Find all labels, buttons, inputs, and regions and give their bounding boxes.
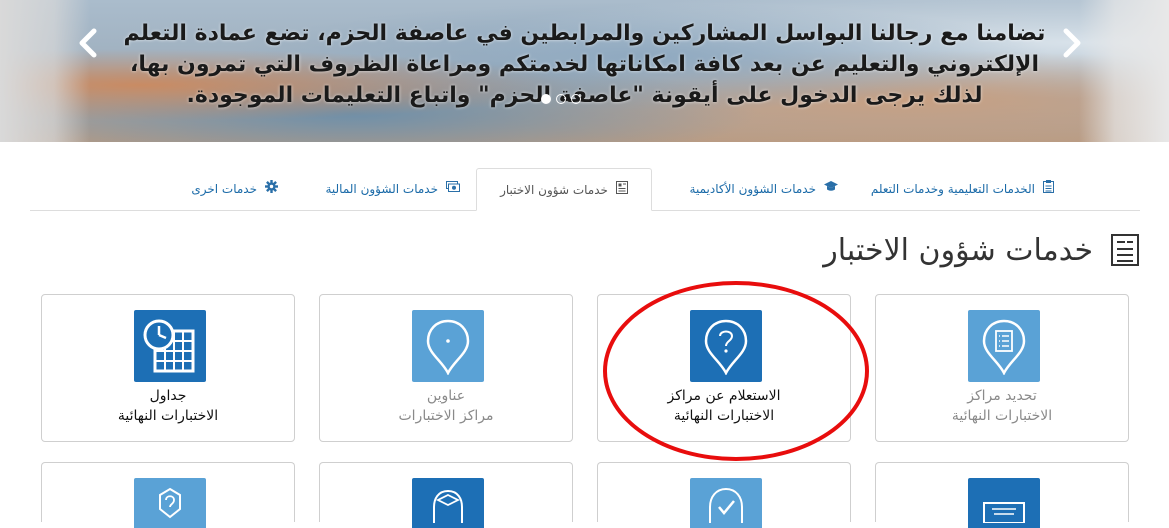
card-row2-1[interactable] xyxy=(41,462,295,528)
question-shield-icon xyxy=(134,478,206,528)
chevron-left-icon xyxy=(79,28,97,58)
announcement-carousel: تضامنا مع رجالنا البواسل المشاركين والمر… xyxy=(0,0,1169,142)
page-title-text: خدمات شؤون الاختبار xyxy=(823,232,1093,268)
tab-academic-affairs[interactable]: خدمات الشؤون الأكاديمية xyxy=(690,168,838,209)
tab-label: خدمات شؤون الاختبار xyxy=(500,182,608,197)
tab-exam-affairs[interactable]: خدمات شؤون الاختبار xyxy=(476,168,652,211)
question-pin-icon xyxy=(690,310,762,382)
card-row2-4[interactable] xyxy=(875,462,1129,528)
carousel-prev-button[interactable] xyxy=(74,25,104,61)
carousel-dot-2[interactable] xyxy=(556,94,566,104)
tab-financial-affairs[interactable]: خدمات الشؤون المالية xyxy=(325,168,460,209)
money-icon xyxy=(446,181,460,196)
tab-label: خدمات الشؤون الأكاديمية xyxy=(689,181,816,196)
announcement-line: الإلكتروني والتعليم عن بعد كافة امكاناته… xyxy=(130,52,1039,77)
card-row2-3[interactable] xyxy=(597,462,851,528)
card-label: تحديد مراكز الاختبارات النهائية xyxy=(876,386,1128,426)
carousel-next-button[interactable] xyxy=(1056,25,1086,61)
list-pin-icon xyxy=(968,310,1040,382)
card-exam-center-addresses[interactable]: عناوين مراكز الاختبارات xyxy=(319,294,573,442)
map-pin-icon xyxy=(412,310,484,382)
announcement-line: تضامنا مع رجالنا البواسل المشاركين والمر… xyxy=(123,21,1046,46)
exam-icon xyxy=(1111,234,1139,266)
tab-label: الخدمات التعليمية وخدمات التعلم xyxy=(870,181,1035,196)
card-label: جداول الاختبارات النهائية xyxy=(42,386,294,426)
card-label-line: مراكز الاختبارات xyxy=(398,408,494,424)
card-inquire-exam-centers[interactable]: الاستعلام عن مراكز الاختبارات النهائية xyxy=(597,294,851,442)
announcement-line: لذلك يرجى الدخول على أيقونة "عاصفة الحزم… xyxy=(186,83,983,108)
graduation-cap-icon xyxy=(824,181,838,196)
card-label-line: الاختبارات النهائية xyxy=(951,408,1053,424)
certificate-icon xyxy=(968,478,1040,528)
exam-icon xyxy=(615,181,628,198)
tab-educational-services[interactable]: الخدمات التعليمية وخدمات التعلم xyxy=(871,168,1054,209)
tab-label: خدمات اخرى xyxy=(191,181,257,196)
tab-label: خدمات الشؤون المالية xyxy=(325,181,438,196)
carousel-dot-3[interactable] xyxy=(571,94,581,104)
card-label-line: عناوين xyxy=(426,388,466,404)
card-label-line: تحديد مراكز xyxy=(967,388,1037,404)
card-label: عناوين مراكز الاختبارات xyxy=(320,386,572,426)
services-tabs: الخدمات التعليمية وخدمات التعلم خدمات ال… xyxy=(30,168,1140,211)
card-final-exam-schedules[interactable]: جداول الاختبارات النهائية xyxy=(41,294,295,442)
card-label-line: الاختبارات النهائية xyxy=(673,408,775,424)
card-select-exam-centers[interactable]: تحديد مراكز الاختبارات النهائية xyxy=(875,294,1129,442)
tab-other-services[interactable]: خدمات اخرى xyxy=(191,168,278,209)
card-row2-2[interactable] xyxy=(319,462,573,528)
clipboard-icon xyxy=(1043,180,1054,197)
page-title: خدمات شؤون الاختبار xyxy=(823,226,1139,274)
carousel-dot-1[interactable] xyxy=(541,94,551,104)
check-pin-icon xyxy=(690,478,762,528)
graduation-pin-icon xyxy=(412,478,484,528)
card-label-line: الاختبارات النهائية xyxy=(117,408,219,424)
calendar-clock-icon xyxy=(134,310,206,382)
announcement-text: تضامنا مع رجالنا البواسل المشاركين والمر… xyxy=(110,18,1059,111)
card-label: الاستعلام عن مراكز الاختبارات النهائية xyxy=(598,386,850,426)
gear-icon xyxy=(265,180,278,197)
card-label-line: الاستعلام عن مراكز xyxy=(667,388,781,404)
card-label-line: جداول xyxy=(149,388,187,404)
chevron-right-icon xyxy=(1063,28,1081,58)
